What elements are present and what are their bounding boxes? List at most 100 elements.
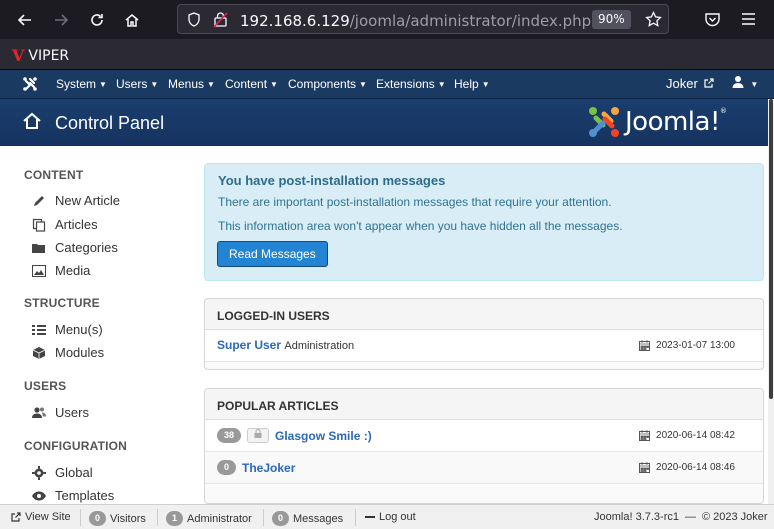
sidebar-item-articles[interactable]: Articles <box>31 217 98 232</box>
reload-icon <box>91 14 103 26</box>
sidebar-item-label: New Article <box>55 193 121 208</box>
view-site-label: View Site <box>25 511 71 523</box>
page-title: Control Panel <box>55 113 165 133</box>
back-button[interactable] <box>13 8 37 32</box>
logged-in-users-panel: LOGGED-IN USERS Super User Administratio… <box>204 298 764 370</box>
logout-label: Log out <box>379 511 416 523</box>
admin-menu-bar: System ▼ Users ▼ Menus ▼ Content ▼ Component… <box>0 70 774 99</box>
users-icon <box>31 406 47 420</box>
sidebar-item-label: Global <box>55 465 93 480</box>
sidebar-item-label: Templates <box>55 488 115 503</box>
bookmark-viper[interactable]: V VIPER <box>12 46 69 65</box>
sidebar-heading-content: CONTENT <box>24 168 84 182</box>
caret-down-icon: ▼ <box>150 80 159 89</box>
sidebar-heading-structure: STRUCTURE <box>24 296 100 310</box>
gear-icon <box>31 465 47 480</box>
user-link[interactable]: Super User <box>217 338 281 352</box>
user-icon <box>732 76 744 88</box>
menu-users[interactable]: Users ▼ <box>116 77 158 91</box>
registered-mark: ® <box>719 107 727 115</box>
messages-status[interactable]: 0 Messages <box>272 511 343 526</box>
external-link-icon <box>11 512 21 522</box>
sidebar-item-new-article[interactable]: New Article <box>31 193 120 208</box>
joomla-wordmark: Joomla!® <box>625 107 727 137</box>
table-row: 38 Glasgow Smile :) 2020-06-14 08:42 <box>205 420 763 452</box>
sidebar-item-global[interactable]: Global <box>31 465 93 480</box>
sidebar-item-users[interactable]: Users <box>31 405 89 420</box>
messages-label: Messages <box>293 512 344 525</box>
menu-system[interactable]: System ▼ <box>56 77 107 91</box>
admin-status: 1 Administrator <box>166 511 252 526</box>
menu-components[interactable]: Components ▼ <box>288 77 367 91</box>
home-icon <box>125 14 139 27</box>
menu-label: Users <box>116 77 148 91</box>
pencil-icon <box>31 194 47 208</box>
version-text: Joomla! 3.7.3-rc1 <box>594 511 679 523</box>
caret-down-icon: ▼ <box>99 80 107 89</box>
sidebar-item-label: Menu(s) <box>55 322 103 337</box>
article-link[interactable]: Glasgow Smile :) <box>275 429 372 443</box>
site-link-label: Joker <box>666 76 698 91</box>
menu-label: Content <box>225 77 268 91</box>
read-messages-button[interactable]: Read Messages <box>217 241 328 267</box>
joomla-menu-icon[interactable] <box>22 76 38 92</box>
hits-badge: 38 <box>217 428 242 443</box>
user-menu-button[interactable]: ▼ <box>732 75 758 91</box>
scrollbar-thumb[interactable] <box>769 99 773 399</box>
address-bar[interactable]: 192.168.6.129/joomla/administrator/index… <box>177 4 669 34</box>
logout-link[interactable]: Log out <box>365 511 416 523</box>
logo-text: Joomla! <box>625 107 720 137</box>
url-path: /joomla/administrator/index.php <box>349 12 592 30</box>
sidebar-item-label: Media <box>55 263 91 278</box>
user-area: Administration <box>284 340 355 352</box>
joomla-logo: Joomla!® <box>587 105 727 139</box>
calendar-icon <box>639 462 651 473</box>
menu-content[interactable]: Content ▼ <box>225 77 278 91</box>
messages-count: 0 <box>272 511 290 526</box>
row-date: 2020-06-14 08:46 <box>639 462 735 473</box>
menu-extensions[interactable]: Extensions ▼ <box>376 77 446 91</box>
arrow-right-icon <box>55 14 69 26</box>
menu-label: System <box>56 77 97 91</box>
view-site-link[interactable]: View Site <box>11 511 71 523</box>
menu-label: Menus <box>168 77 205 91</box>
divider <box>157 509 158 526</box>
copyright-text: © 2023 Joker <box>701 511 768 523</box>
status-bar: View Site 0 Visitors 1 Administrator 0 M… <box>0 504 774 529</box>
divider <box>263 509 264 526</box>
joomla-logo-icon <box>589 107 619 137</box>
star-icon[interactable] <box>645 11 662 28</box>
popular-articles-panel: POPULAR ARTICLES 38 Glasgow Smile :) 202… <box>204 388 764 504</box>
url-text[interactable]: 192.168.6.129/joomla/administrator/index… <box>240 12 591 30</box>
sidebar-item-media[interactable]: Media <box>31 263 90 278</box>
sidebar-heading-configuration: CONFIGURATION <box>24 439 128 453</box>
shield-icon[interactable] <box>187 12 201 27</box>
sidebar-item-menus[interactable]: Menu(s) <box>31 322 103 337</box>
article-link[interactable]: TheJoker <box>242 461 295 475</box>
admin-count: 1 <box>166 511 184 526</box>
menu-help[interactable]: Help ▼ <box>454 77 490 91</box>
forward-button[interactable] <box>49 8 73 32</box>
site-link-joker[interactable]: Joker <box>666 76 715 91</box>
hamburger-menu-icon[interactable] <box>741 12 756 26</box>
sidebar-item-templates[interactable]: Templates <box>31 488 114 503</box>
copy-icon <box>31 218 47 232</box>
bookmarks-bar: V VIPER <box>0 39 774 70</box>
page-scrollbar[interactable] <box>768 99 774 504</box>
pocket-icon[interactable] <box>704 11 721 28</box>
table-row: 0 TheJoker 2020-06-14 08:46 <box>205 452 763 484</box>
insecure-lock-icon[interactable] <box>213 11 228 28</box>
divider <box>355 509 356 526</box>
calendar-icon <box>639 430 651 441</box>
list-icon <box>31 323 47 337</box>
row-date: 2020-06-14 08:42 <box>639 430 735 441</box>
sidebar-item-categories[interactable]: Categories <box>31 240 118 255</box>
sidebar-item-label: Modules <box>55 345 105 360</box>
reload-button[interactable] <box>85 8 109 32</box>
sidebar-item-modules[interactable]: Modules <box>31 345 104 360</box>
home-button[interactable] <box>120 8 144 32</box>
menu-menus[interactable]: Menus ▼ <box>168 77 215 91</box>
bookmark-label: VIPER <box>28 47 70 64</box>
zoom-level[interactable]: 90% <box>592 10 631 29</box>
menu-label: Components <box>288 77 357 91</box>
